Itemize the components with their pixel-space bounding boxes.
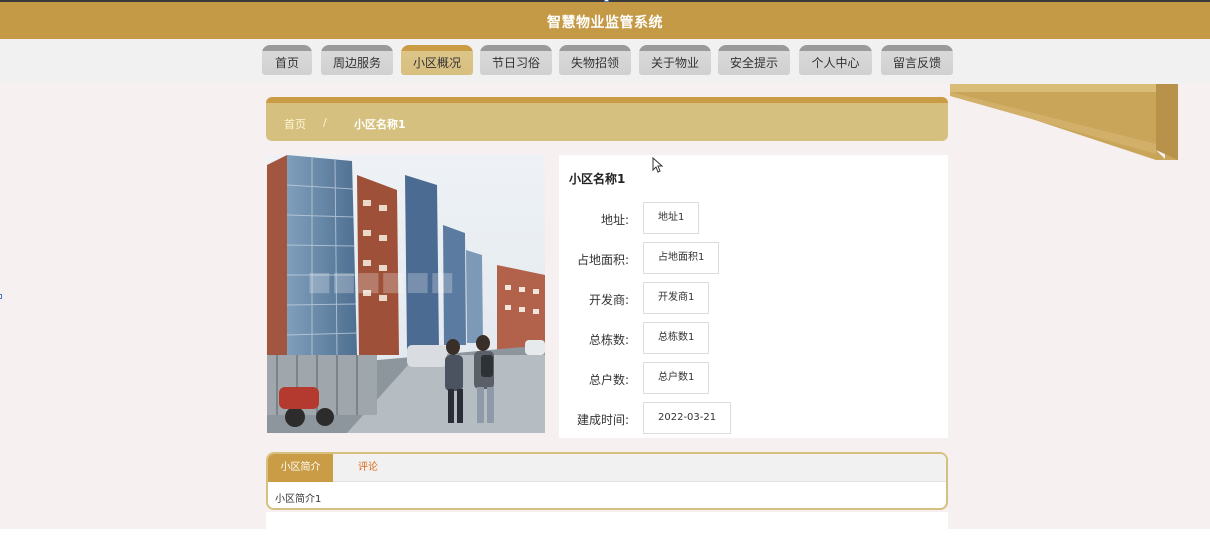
community-detail-panel: 小区名称1 地址: 地址1 占地面积: 占地面积1 开发商: 开发商1 总栋数:… [559,155,948,438]
building-count-value: 总栋数1 [643,322,710,354]
content-bottom-area [266,512,948,529]
nav-home[interactable]: 首页 [262,45,312,75]
built-date-label: 建成时间: [576,413,629,427]
household-count-value: 总户数1 [643,362,710,394]
built-date-value: 2022-03-21 [643,402,732,434]
breadcrumb-current: 小区名称1 [354,118,406,131]
mouse-cursor-icon [652,157,664,173]
nav-community-overview[interactable]: 小区概况 [401,45,473,75]
tab-intro[interactable]: 小区简介 [268,454,333,482]
household-count-label: 总户数: [588,373,629,387]
nav-lost-and-found[interactable]: 失物招领 [559,45,631,75]
top-header: 智慧物业监管系统 [0,0,1210,39]
breadcrumb-home-link[interactable]: 首页 [284,116,306,132]
address-label: 地址: [600,213,629,227]
svg-text:■■■■■■: ■■■■■■ [307,267,454,297]
selection-handle-top[interactable] [604,0,609,2]
developer-label: 开发商: [588,293,629,307]
selection-handle-left[interactable] [0,294,2,299]
address-value: 地址1 [643,202,700,234]
tab-comments[interactable]: 评论 [348,454,388,482]
nav-personal-center[interactable]: 个人中心 [799,45,872,75]
building-count-label: 总栋数: [588,333,629,347]
main-nav: 首页 周边服务 小区概况 节日习俗 失物招领 关于物业 安全提示 个人中心 留言… [0,39,1210,84]
detail-tabs: 小区简介 评论 小区简介1 [266,452,948,510]
community-photo: ■■■■■■ [267,155,545,433]
community-name: 小区名称1 [569,172,626,186]
nav-nearby-services[interactable]: 周边服务 [321,45,393,75]
footer-strip [0,529,1210,539]
breadcrumb-separator: / [323,116,327,129]
area-label: 占地面积: [576,253,629,267]
nav-feedback[interactable]: 留言反馈 [881,45,953,75]
tab-intro-content: 小区简介1 [275,494,322,505]
breadcrumb: 首页 / 小区名称1 [266,97,948,141]
nav-holiday-customs[interactable]: 节日习俗 [480,45,552,75]
site-title: 智慧物业监管系统 [547,15,663,31]
developer-value: 开发商1 [643,282,710,314]
nav-about-property[interactable]: 关于物业 [639,45,711,75]
tabs-header: 小区简介 评论 [268,454,946,482]
nav-safety-tips[interactable]: 安全提示 [718,45,790,75]
decorative-corner-shape [950,84,1178,160]
area-value: 占地面积1 [643,242,720,274]
